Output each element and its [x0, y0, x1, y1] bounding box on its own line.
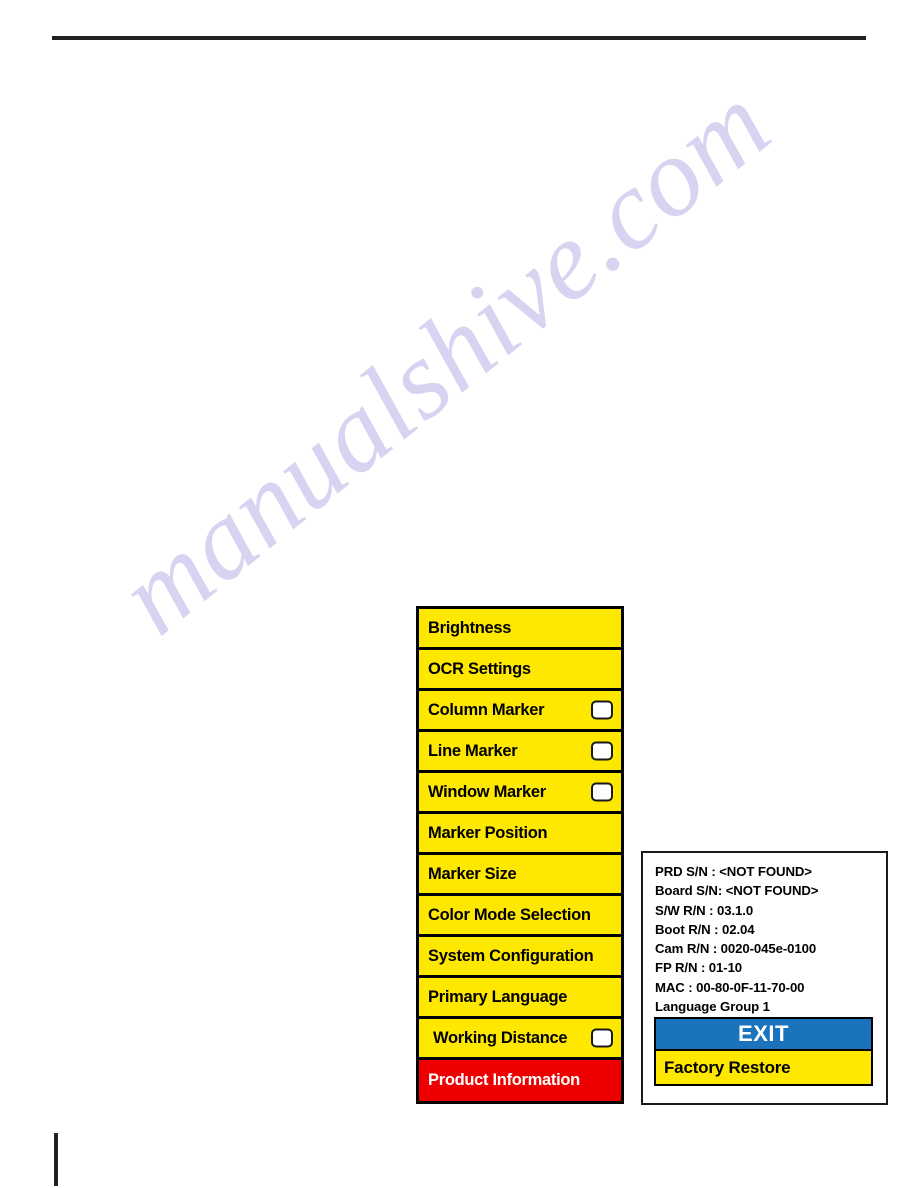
- menu-item-working-distance[interactable]: Working Distance: [419, 1019, 621, 1060]
- info-line-boot-revision: Boot R/N : 02.04: [655, 921, 755, 937]
- menu-item-marker-size[interactable]: Marker Size: [419, 855, 621, 896]
- exit-button[interactable]: EXIT: [654, 1017, 873, 1051]
- info-line-language-group: Language Group 1: [655, 999, 770, 1015]
- menu-item-label: Column Marker: [428, 700, 545, 719]
- product-information-panel: PRD S/N : <NOT FOUND> Board S/N: <NOT FO…: [641, 851, 888, 1105]
- product-information-buttons: EXIT Factory Restore: [654, 1017, 873, 1086]
- info-line-mac-address: MAC : 00-80-0F-11-70-00: [655, 979, 805, 995]
- menu-item-color-mode-selection[interactable]: Color Mode Selection: [419, 896, 621, 937]
- menu-item-label: Marker Position: [428, 823, 548, 842]
- header-rule: [52, 36, 866, 40]
- menu-item-label: Working Distance: [433, 1028, 568, 1047]
- menu-item-label: Color Mode Selection: [428, 905, 591, 924]
- menu-item-line-marker[interactable]: Line Marker: [419, 732, 621, 773]
- menu-item-primary-language[interactable]: Primary Language: [419, 978, 621, 1019]
- menu-item-marker-position[interactable]: Marker Position: [419, 814, 621, 855]
- checkbox-icon-window-marker[interactable]: [591, 782, 613, 802]
- product-information-lines: PRD S/N : <NOT FOUND> Board S/N: <NOT FO…: [643, 853, 886, 1016]
- info-line-sw-revision: S/W R/N : 03.1.0: [655, 902, 754, 918]
- info-line-cam-revision: Cam R/N : 0020-045e-0100: [655, 941, 817, 957]
- menu-item-label: Marker Size: [428, 864, 517, 883]
- document-page: manualshive.com Brightness OCR Settings …: [0, 0, 918, 1188]
- menu-item-window-marker[interactable]: Window Marker: [419, 773, 621, 814]
- checkbox-icon-working-distance[interactable]: [591, 1028, 613, 1048]
- menu-item-label: Product Information: [428, 1071, 580, 1090]
- menu-item-label: Line Marker: [428, 741, 518, 760]
- menu-item-label: System Configuration: [428, 946, 594, 965]
- info-line-fp-revision: FP R/N : 01-10: [655, 960, 743, 976]
- factory-restore-button-label: Factory Restore: [664, 1058, 791, 1077]
- checkbox-icon-line-marker[interactable]: [591, 741, 613, 761]
- menu-item-product-information[interactable]: Product Information: [419, 1060, 621, 1101]
- info-line-prd-serial: PRD S/N : <NOT FOUND>: [655, 864, 812, 879]
- info-line-board-serial: Board S/N: <NOT FOUND>: [655, 883, 819, 899]
- menu-item-label: Brightness: [428, 618, 512, 637]
- checkbox-icon-column-marker[interactable]: [591, 700, 613, 720]
- menu-item-system-configuration[interactable]: System Configuration: [419, 937, 621, 978]
- menu-item-label: Primary Language: [428, 987, 568, 1006]
- menu-item-label: Window Marker: [428, 782, 546, 801]
- menu-item-brightness[interactable]: Brightness: [419, 609, 621, 650]
- footer-tick-mark: [54, 1133, 58, 1186]
- watermark-text: manualshive.com: [96, 60, 793, 658]
- menu-item-label: OCR Settings: [428, 659, 531, 678]
- menu-item-column-marker[interactable]: Column Marker: [419, 691, 621, 732]
- menu-item-ocr-settings[interactable]: OCR Settings: [419, 650, 621, 691]
- exit-button-label: EXIT: [738, 1021, 789, 1046]
- osd-main-menu: Brightness OCR Settings Column Marker Li…: [416, 606, 624, 1104]
- factory-restore-button[interactable]: Factory Restore: [654, 1051, 873, 1086]
